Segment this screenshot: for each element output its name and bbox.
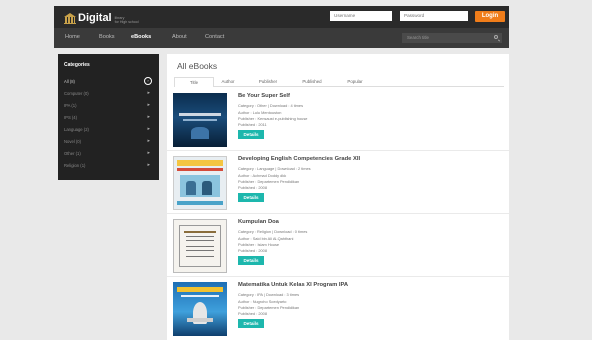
tab-title[interactable]: Title: [174, 77, 214, 87]
arrow-right-icon: ▸: [147, 90, 150, 96]
sidebar-item-label: Religion (1): [64, 163, 86, 168]
logo[interactable]: Digital library for High school: [64, 10, 139, 24]
tab-published[interactable]: Published: [291, 77, 333, 87]
nav-home[interactable]: Home: [65, 34, 80, 40]
sidebar-item-novel[interactable]: Novel (0) ▸: [64, 137, 152, 146]
book-title[interactable]: Developing English Competencies Grade XI…: [238, 156, 360, 162]
details-button[interactable]: Details: [238, 319, 264, 328]
book-category: Category : Religion | Download : 0 times: [238, 229, 308, 234]
sidebar-item-label: Computer (0): [64, 91, 89, 96]
sidebar-item-language[interactable]: Language (2) ▸: [64, 125, 152, 134]
arrow-right-icon: ▸: [147, 114, 150, 120]
book-published: Published : 2008: [238, 248, 267, 253]
book-author: Author : Nugroho Soedyarto: [238, 299, 287, 304]
book-author: Author : Said bin Ali Al-Qahthani: [238, 236, 294, 241]
book-publisher: Publisher : Departemen Pendidikan: [238, 179, 300, 184]
logo-icon: [64, 13, 76, 24]
sidebar-item-computer[interactable]: Computer (0) ▸: [64, 89, 152, 98]
book-publisher: Publisher : Islam House: [238, 242, 280, 247]
sidebar-item-ipa[interactable]: IPA (1) ▸: [64, 101, 152, 110]
book-cover[interactable]: [173, 93, 227, 147]
list-item: Developing English Competencies Grade XI…: [167, 152, 509, 214]
tab-author[interactable]: Author: [213, 77, 243, 87]
sidebar-item-ips[interactable]: IPS (4) ▸: [64, 113, 152, 122]
ebook-list-panel: All eBooks Title Author Publisher Publis…: [167, 54, 509, 340]
book-published: Published : 2008: [238, 311, 267, 316]
tab-publisher[interactable]: Publisher: [247, 77, 289, 87]
nav-books[interactable]: Books: [99, 34, 115, 40]
book-cover[interactable]: [173, 219, 227, 273]
sidebar-item-label: Other (1): [64, 151, 81, 156]
logo-tagline: library for High school: [114, 16, 139, 24]
book-cover[interactable]: [173, 156, 227, 210]
sidebar-item-label: IPA (1): [64, 103, 77, 108]
book-title[interactable]: Matematika Untuk Kelas XI Program IPA: [238, 282, 348, 288]
username-input[interactable]: [330, 11, 392, 21]
arrow-right-icon: ▸: [147, 126, 150, 132]
book-author: Author : Achmad Doddy dkk: [238, 173, 287, 178]
page-title: All eBooks: [177, 61, 218, 71]
book-author: Author : Lulu Mentouston: [238, 110, 282, 115]
category-sidebar: Categories All (8) › Computer (0) ▸ IPA (1…: [58, 54, 159, 180]
search-icon[interactable]: [494, 35, 498, 39]
book-category: Category : Other | Download : 4 times: [238, 103, 304, 108]
arrow-right-icon: ▸: [147, 138, 150, 144]
password-input[interactable]: [400, 11, 468, 21]
sidebar-item-label: All (8): [64, 79, 75, 84]
sidebar-item-label: IPS (4): [64, 115, 78, 120]
arrow-right-icon: ▸: [147, 150, 150, 156]
login-button[interactable]: Login: [475, 11, 505, 22]
arrow-right-icon: ▸: [147, 162, 150, 168]
details-button[interactable]: Details: [238, 256, 264, 265]
arrow-right-icon: ▸: [147, 102, 150, 108]
book-publisher: Publisher : Departemen Pendidikan: [238, 305, 300, 310]
search-placeholder: Search title: [407, 35, 429, 40]
sidebar-item-religion[interactable]: Religion (1) ▸: [64, 161, 152, 170]
list-item: Matematika Untuk Kelas XI Program IPA Ca…: [167, 278, 509, 340]
arrow-right-icon: ›: [144, 77, 152, 85]
book-title[interactable]: Be Your Super Self: [238, 93, 290, 99]
nav-about[interactable]: About: [172, 34, 187, 40]
sidebar-item-label: Language (2): [64, 127, 89, 132]
details-button[interactable]: Details: [238, 193, 264, 202]
sidebar-title: Categories: [64, 62, 90, 68]
nav-ebooks[interactable]: eBooks: [131, 34, 151, 40]
sidebar-item-all[interactable]: All (8) ›: [64, 77, 152, 86]
logo-name: Digital: [78, 12, 112, 24]
top-bar: Digital library for High school Login: [54, 6, 509, 28]
book-title[interactable]: Kumpulan Doa: [238, 219, 279, 225]
nav-contact[interactable]: Contact: [205, 34, 224, 40]
list-item: Kumpulan Doa Category : Religion | Downl…: [167, 215, 509, 277]
book-published: Published : 2008: [238, 185, 267, 190]
list-item: Be Your Super Self Category : Other | Do…: [167, 89, 509, 151]
search-input[interactable]: Search title: [402, 33, 502, 43]
sidebar-item-other[interactable]: Other (1) ▸: [64, 149, 152, 158]
details-button[interactable]: Details: [238, 130, 264, 139]
book-publisher: Publisher : Kensaust e-publishing house: [238, 116, 308, 121]
nav-bar: Home Books eBooks About Contact Search t…: [54, 28, 509, 48]
book-category: Category : IPA | Download : 3 times: [238, 292, 300, 297]
sidebar-item-label: Novel (0): [64, 139, 81, 144]
book-cover[interactable]: [173, 282, 227, 336]
tab-popular[interactable]: Popular: [335, 77, 375, 87]
book-category: Category : Language | Download : 2 times: [238, 166, 311, 171]
book-published: Published : 2011: [238, 122, 267, 127]
